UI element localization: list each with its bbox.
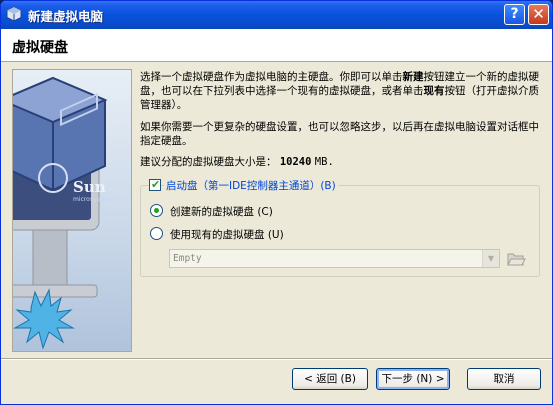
existing-disk-select-value: Empty	[173, 253, 202, 264]
intro-text-1: 选择一个虚拟硬盘作为虚拟电脑的主硬盘。你即可以单击	[140, 71, 403, 83]
folder-open-icon	[507, 253, 526, 266]
footer-separator	[1, 358, 552, 360]
checkmark-icon: ✔	[151, 178, 161, 191]
use-existing-disk-radio[interactable]	[150, 227, 163, 240]
existing-disk-select[interactable]: Empty ▼	[169, 249, 500, 268]
next-button[interactable]: 下一步 (N) >	[376, 368, 450, 390]
cancel-button[interactable]: 取消	[467, 368, 541, 390]
recommended-size-line: 建议分配的虚拟硬盘大小是： 10240 MB.	[140, 154, 334, 169]
recommended-size-value: 10240	[279, 156, 312, 168]
boot-disk-checkbox[interactable]: ✔	[149, 178, 161, 191]
intro-new-keyword: 新建	[402, 71, 424, 83]
boot-disk-checkbox-label[interactable]: 启动盘（第一IDE控制器主通道）(B)	[164, 178, 338, 193]
help-icon: ?	[510, 6, 519, 22]
back-button[interactable]: < 返回 (B)	[292, 368, 368, 390]
virtualbox-app-icon	[6, 6, 22, 22]
create-new-disk-label[interactable]: 创建新的虚拟硬盘 (C)	[170, 204, 273, 219]
close-icon: ✕	[532, 5, 545, 23]
page-title: 虚拟硬盘	[12, 40, 68, 56]
chevron-down-icon[interactable]: ▼	[482, 250, 499, 267]
browse-disk-button[interactable]	[506, 249, 526, 268]
wizard-window: 新建虚拟电脑 ? ✕ 虚拟硬盘 Sun microsystems 选择一个虚拟硬…	[0, 0, 553, 405]
title-bar[interactable]: 新建虚拟电脑 ? ✕	[1, 1, 552, 29]
intro-existing-keyword: 现有	[423, 85, 445, 97]
use-existing-disk-label[interactable]: 使用现有的虚拟硬盘 (U)	[170, 227, 284, 242]
create-new-disk-radio[interactable]	[150, 204, 163, 217]
radio-selected-dot	[154, 208, 159, 213]
intro-paragraph: 选择一个虚拟硬盘作为虚拟电脑的主硬盘。你即可以单击新建按钮建立一个新的虚拟硬盘，…	[140, 70, 540, 112]
advanced-paragraph: 如果你需要一个更复杂的硬盘设置，也可以忽略这步，以后再在虚拟电脑设置对话框中指定…	[140, 121, 539, 147]
wizard-side-image: Sun microsystems	[12, 69, 132, 352]
help-button[interactable]: ?	[504, 4, 525, 25]
window-title: 新建虚拟电脑	[28, 9, 104, 24]
page-header: 虚拟硬盘	[1, 29, 552, 62]
virtualbox-cube-illustration	[13, 76, 108, 350]
close-button[interactable]: ✕	[528, 4, 549, 25]
sun-logo-text: Sun	[73, 178, 106, 196]
recommended-size-label: 建议分配的虚拟硬盘大小是：	[140, 156, 277, 168]
recommended-size-unit: MB.	[314, 156, 334, 168]
sun-logo-subtext: microsystems	[73, 196, 115, 203]
